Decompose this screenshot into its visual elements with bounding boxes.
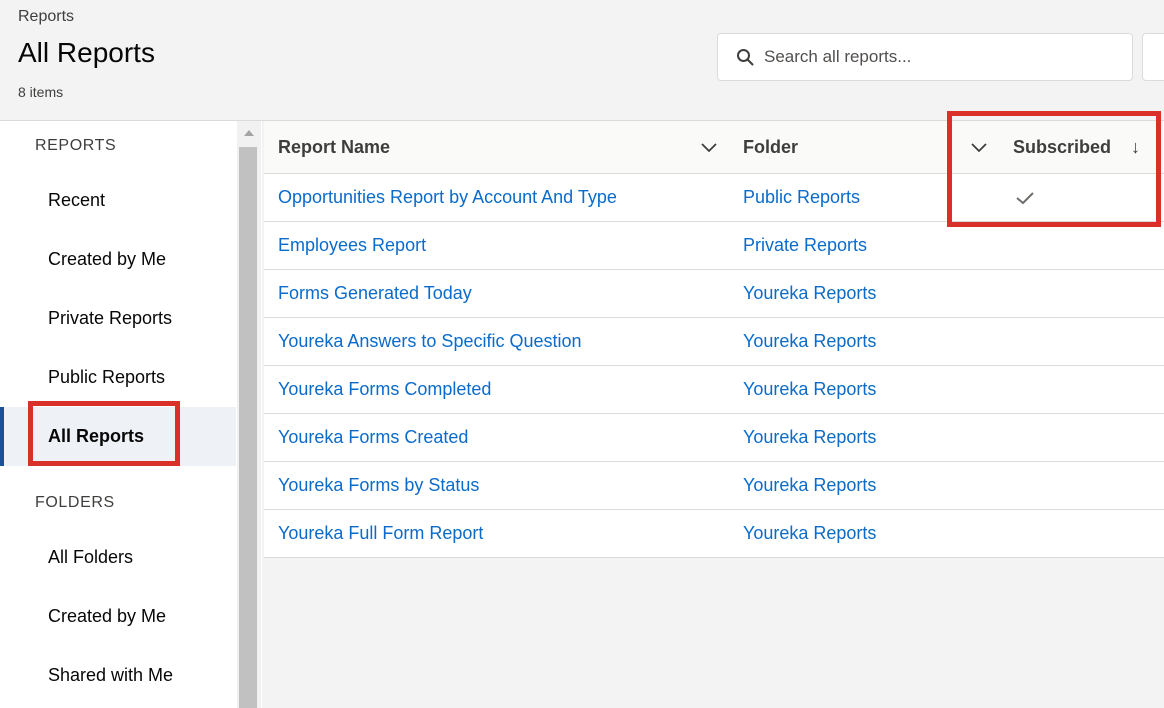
sidebar-item-created-by-me[interactable]: Created by Me [0, 230, 236, 289]
table-row: Youreka Forms by Status Youreka Reports [264, 462, 1164, 510]
folders-section-heading: FOLDERS [35, 494, 115, 511]
reports-section-heading: REPORTS [35, 137, 117, 154]
item-count: 8 items [18, 84, 64, 100]
page-title: All Reports [18, 37, 155, 68]
column-header-folder[interactable]: Folder [743, 137, 798, 158]
report-name-link[interactable]: Youreka Forms Completed [278, 379, 491, 400]
folder-link[interactable]: Youreka Reports [743, 331, 876, 352]
folder-link[interactable]: Public Reports [743, 187, 860, 208]
all-reports-highlight [28, 401, 180, 466]
sidebar-item-label: Shared with Me [48, 665, 174, 685]
search-icon [737, 49, 754, 66]
header-action-box[interactable] [1142, 33, 1164, 81]
report-name-link[interactable]: Forms Generated Today [278, 283, 472, 304]
sidebar-item-public-reports[interactable]: Public Reports [0, 348, 236, 407]
sidebar-item-label: Recent [48, 190, 106, 210]
sidebar-item-label: Private Reports [48, 308, 173, 328]
report-name-link[interactable]: Youreka Full Form Report [278, 523, 483, 544]
breadcrumb[interactable]: Reports [18, 8, 74, 26]
page-header: Reports All Reports 8 items [0, 0, 1164, 121]
table-row: Forms Generated Today Youreka Reports [264, 270, 1164, 318]
folder-link[interactable]: Youreka Reports [743, 523, 876, 544]
search-box[interactable] [717, 33, 1133, 81]
column-header-report-name[interactable]: Report Name [278, 137, 390, 158]
table-row: Employees Report Private Reports [264, 222, 1164, 270]
report-name-link[interactable]: Employees Report [278, 235, 426, 256]
report-name-link[interactable]: Youreka Forms Created [278, 427, 468, 448]
table-row: Youreka Forms Completed Youreka Reports [264, 366, 1164, 414]
report-name-link[interactable]: Youreka Answers to Specific Question [278, 331, 582, 352]
sidebar-item-label: Created by Me [48, 249, 167, 269]
folder-link[interactable]: Youreka Reports [743, 379, 876, 400]
table-row: Youreka Forms Created Youreka Reports [264, 414, 1164, 462]
search-input[interactable] [764, 47, 1124, 67]
report-name-link[interactable]: Youreka Forms by Status [278, 475, 479, 496]
sidebar-item-all-folders[interactable]: All Folders [0, 528, 236, 587]
folder-link[interactable]: Youreka Reports [743, 283, 876, 304]
sidebar-item-private-reports[interactable]: Private Reports [0, 289, 236, 348]
sidebar-scrollbar[interactable] [237, 121, 261, 708]
folder-link[interactable]: Private Reports [743, 235, 867, 256]
folder-link[interactable]: Youreka Reports [743, 475, 876, 496]
sidebar-item-recent[interactable]: Recent [0, 171, 236, 230]
folder-link[interactable]: Youreka Reports [743, 427, 876, 448]
subscribed-column-highlight [947, 111, 1161, 227]
sidebar-item-folders-created-by-me[interactable]: Created by Me [0, 587, 236, 646]
sidebar-item-label: Created by Me [48, 606, 167, 626]
scrollbar-thumb[interactable] [239, 147, 257, 708]
table-row: Youreka Full Form Report Youreka Reports [264, 510, 1164, 558]
active-indicator [0, 407, 4, 466]
sidebar-item-label: Public Reports [48, 367, 166, 387]
scroll-up-arrow-icon[interactable] [244, 130, 254, 136]
sidebar-item-shared-with-me[interactable]: Shared with Me [0, 646, 236, 705]
report-name-link[interactable]: Opportunities Report by Account And Type [278, 187, 617, 208]
chevron-down-icon[interactable] [701, 143, 717, 153]
table-row: Youreka Answers to Specific Question You… [264, 318, 1164, 366]
sidebar-item-label: All Folders [48, 547, 134, 567]
